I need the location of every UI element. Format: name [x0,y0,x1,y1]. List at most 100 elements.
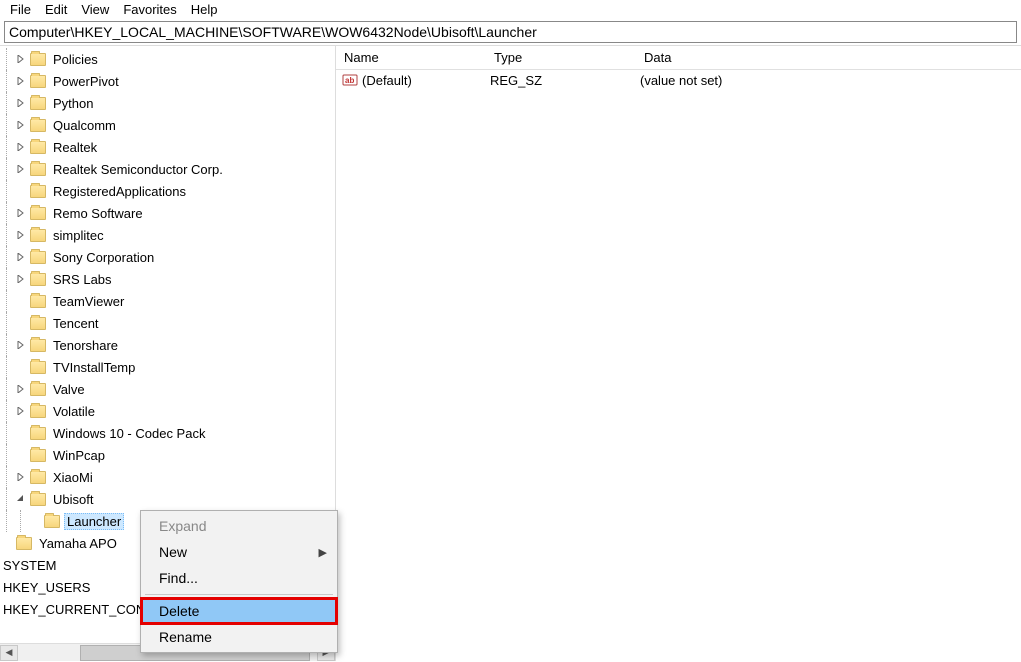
string-value-icon: ab [342,72,358,88]
chevron-right-icon[interactable] [14,272,28,286]
tree-item-label: Realtek Semiconductor Corp. [50,162,226,177]
value-data: (value not set) [640,73,1015,88]
menu-view[interactable]: View [81,2,109,17]
tree-item[interactable]: Windows 10 - Codec Pack [0,422,335,444]
chevron-right-icon[interactable] [14,228,28,242]
tree-item[interactable]: Realtek [0,136,335,158]
tree-item[interactable]: RegisteredApplications [0,180,335,202]
ctx-rename[interactable]: Rename [141,624,337,650]
tree-item[interactable]: PowerPivot [0,70,335,92]
tree-item-label: Policies [50,52,101,67]
submenu-arrow-icon: ▶ [319,546,327,559]
menu-help[interactable]: Help [191,2,218,17]
chevron-right-icon[interactable] [14,162,28,176]
col-data[interactable]: Data [636,46,1021,69]
tree-indent-guide [0,444,14,466]
tree-indent-guide [0,180,14,202]
tree-item[interactable]: SRS Labs [0,268,335,290]
tree-item-label: Tencent [50,316,102,331]
address-bar[interactable]: Computer\HKEY_LOCAL_MACHINE\SOFTWARE\WOW… [4,21,1017,43]
chevron-right-icon[interactable] [14,338,28,352]
col-type[interactable]: Type [486,46,636,69]
ctx-find[interactable]: Find... [141,565,337,591]
ctx-new[interactable]: New ▶ [141,539,337,565]
menu-file[interactable]: File [10,2,31,17]
folder-icon [30,471,46,484]
tree-indent-guide [0,510,14,532]
tree-item-label: SRS Labs [50,272,115,287]
chevron-right-icon[interactable] [14,52,28,66]
tree-item[interactable]: simplitec [0,224,335,246]
chevron-right-icon[interactable] [14,404,28,418]
tree-indent-guide [0,488,14,510]
folder-icon [30,251,46,264]
tree-item-label: simplitec [50,228,107,243]
tree-item[interactable]: TeamViewer [0,290,335,312]
chevron-right-icon[interactable] [14,96,28,110]
tree-spacer [14,184,28,198]
tree-indent-guide [0,136,14,158]
chevron-right-icon[interactable] [14,206,28,220]
tree-item[interactable]: Volatile [0,400,335,422]
tree-item[interactable]: WinPcap [0,444,335,466]
ctx-separator [145,594,333,595]
tree-spacer [14,448,28,462]
tree-indent-guide [0,422,14,444]
folder-icon [30,207,46,220]
tree-item[interactable]: Valve [0,378,335,400]
tree-item-label: Volatile [50,404,98,419]
tree-item[interactable]: Tencent [0,312,335,334]
menu-edit[interactable]: Edit [45,2,67,17]
col-name[interactable]: Name [336,46,486,69]
ctx-delete[interactable]: Delete [141,598,337,624]
tree-item-label: TeamViewer [50,294,127,309]
scroll-left-icon[interactable]: ◀ [0,645,18,661]
tree-item[interactable]: TVInstallTemp [0,356,335,378]
folder-icon [30,383,46,396]
tree-item[interactable]: Qualcomm [0,114,335,136]
tree-indent-guide [0,378,14,400]
chevron-right-icon[interactable] [14,250,28,264]
tree-item-label: Python [50,96,96,111]
tree-indent-guide [0,224,14,246]
value-row[interactable]: ab (Default) REG_SZ (value not set) [336,70,1021,90]
tree-item[interactable]: Remo Software [0,202,335,224]
ctx-expand[interactable]: Expand [141,513,337,539]
tree-item-label: Valve [50,382,88,397]
folder-icon [30,53,46,66]
chevron-right-icon[interactable] [14,382,28,396]
folder-icon [30,75,46,88]
svg-text:ab: ab [345,76,354,85]
folder-icon [30,119,46,132]
tree-item-label: RegisteredApplications [50,184,189,199]
tree-spacer [14,360,28,374]
tree-indent-guide [0,466,14,488]
tree-item[interactable]: XiaoMi [0,466,335,488]
chevron-right-icon[interactable] [14,140,28,154]
chevron-right-icon[interactable] [14,470,28,484]
ctx-new-label: New [159,544,187,560]
tree-item[interactable]: Realtek Semiconductor Corp. [0,158,335,180]
tree-indent-guide [0,268,14,290]
folder-icon [30,185,46,198]
menu-favorites[interactable]: Favorites [123,2,176,17]
tree-item[interactable]: Ubisoft [0,488,335,510]
tree-item[interactable]: Python [0,92,335,114]
folder-icon [30,273,46,286]
folder-icon [30,141,46,154]
folder-icon [16,537,32,550]
tree-indent-guide [0,158,14,180]
chevron-right-icon[interactable] [14,74,28,88]
tree-indent-guide [0,48,14,70]
tree-item-label: Realtek [50,140,100,155]
tree-item[interactable]: Policies [0,48,335,70]
tree-item[interactable]: Sony Corporation [0,246,335,268]
folder-icon [30,97,46,110]
tree-item-label: TVInstallTemp [50,360,138,375]
tree-item[interactable]: Tenorshare [0,334,335,356]
chevron-down-icon[interactable] [14,492,28,506]
folder-icon [30,163,46,176]
tree-item-label: PowerPivot [50,74,122,89]
chevron-right-icon[interactable] [14,118,28,132]
tree-item-label: Remo Software [50,206,146,221]
